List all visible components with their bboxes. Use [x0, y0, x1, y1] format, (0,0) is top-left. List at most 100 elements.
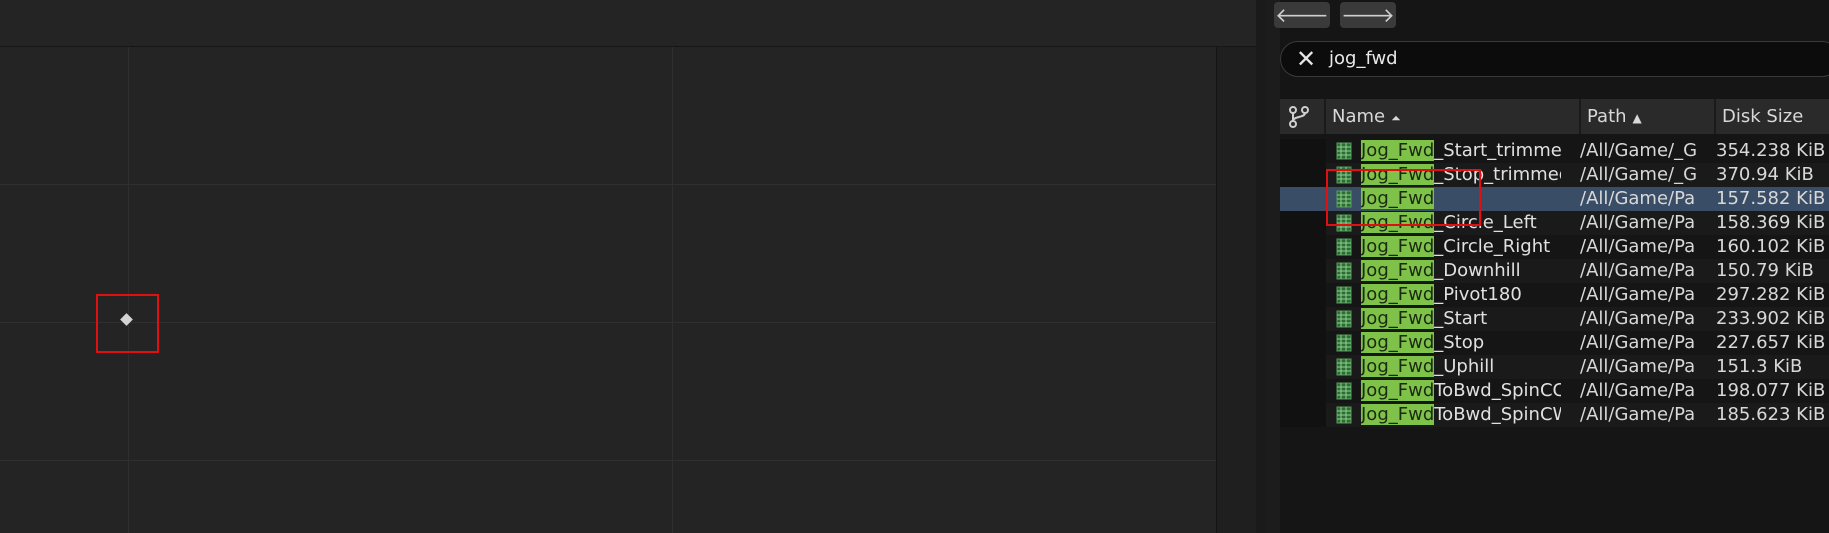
column-disk-size-label: Disk Size	[1722, 106, 1804, 127]
asset-name-suffix: _Circle_Right	[1434, 236, 1551, 257]
column-path-label: Path	[1587, 106, 1627, 127]
asset-name: Jog_FwdToBwd_SpinCC	[1361, 379, 1561, 403]
close-icon[interactable]: ✕	[1293, 45, 1319, 73]
row-gutter	[1280, 211, 1326, 235]
search-match-highlight: Jog_Fwd	[1361, 404, 1435, 425]
asset-disk-size: 233.902 KiB	[1716, 308, 1826, 329]
asset-disk-size: 198.077 KiB	[1716, 380, 1826, 401]
search-match-highlight: Jog_Fwd	[1361, 356, 1435, 377]
annotation-box-sample-point	[96, 294, 159, 353]
animation-asset-icon	[1336, 358, 1352, 376]
asset-row[interactable]: Jog_FwdToBwd_SpinCC/All/Game/Pa 198.077 K…	[1280, 379, 1829, 403]
search-match-highlight: Jog_Fwd	[1361, 308, 1435, 329]
asset-path: /All/Game/Pa	[1580, 212, 1696, 233]
forward-button[interactable]: 🡒	[1340, 2, 1396, 28]
asset-name-suffix: ToBwd_SpinCC	[1434, 380, 1561, 401]
arrow-left-icon: 🡐	[1275, 3, 1329, 27]
search-match-highlight: Jog_Fwd	[1361, 140, 1435, 161]
asset-row[interactable]: Jog_Fwd_Pivot180/All/Game/Pa 297.282 KiB	[1280, 283, 1829, 307]
asset-path: /All/Game/Pa	[1580, 188, 1696, 209]
asset-name: Jog_Fwd_Start	[1361, 307, 1561, 331]
column-header-name[interactable]: Name ⏶	[1326, 99, 1581, 134]
asset-row[interactable]: Jog_Fwd_Start_trimmed/All/Game/_G 354.238…	[1280, 139, 1829, 163]
asset-disk-size: 297.282 KiB	[1716, 284, 1826, 305]
branch-icon	[1289, 106, 1309, 128]
search-match-highlight: Jog_Fwd	[1361, 236, 1435, 257]
asset-disk-size: 160.102 KiB	[1716, 236, 1826, 257]
search-query: jog_fwd	[1329, 48, 1398, 69]
asset-row[interactable]: Jog_Fwd_Start/All/Game/Pa 233.902 KiB	[1280, 307, 1829, 331]
asset-disk-size: 370.94 KiB	[1716, 164, 1814, 185]
graph-scrollbar[interactable]	[1256, 0, 1266, 533]
source-control-column[interactable]	[1280, 99, 1326, 134]
asset-path: /All/Game/Pa	[1580, 236, 1696, 257]
column-header-disk-size[interactable]: Disk Size	[1716, 99, 1829, 134]
asset-name-suffix: _Start	[1434, 308, 1488, 329]
asset-path: /All/Game/Pa	[1580, 404, 1696, 425]
animation-asset-icon	[1336, 142, 1352, 160]
asset-row[interactable]: Jog_Fwd_Circle_Right/All/Game/Pa 160.102 …	[1280, 235, 1829, 259]
asset-path: /All/Game/Pa	[1580, 356, 1696, 377]
asset-path: /All/Game/_G	[1580, 164, 1698, 185]
asset-name: Jog_Fwd_Stop	[1361, 331, 1561, 355]
asset-name: Jog_Fwd_Downhill	[1361, 259, 1561, 283]
row-gutter	[1280, 355, 1326, 379]
row-gutter	[1280, 187, 1326, 211]
row-gutter	[1280, 139, 1326, 163]
asset-path: /All/Game/Pa	[1580, 332, 1696, 353]
asset-name: Jog_Fwd_Circle_Right	[1361, 235, 1561, 259]
search-match-highlight: Jog_Fwd	[1361, 260, 1435, 281]
asset-disk-size: 151.3 KiB	[1716, 356, 1803, 377]
graph-panel	[0, 0, 1256, 533]
asset-row[interactable]: Jog_Fwd_Uphill/All/Game/Pa 151.3 KiB	[1280, 355, 1829, 379]
asset-path: /All/Game/Pa	[1580, 308, 1696, 329]
asset-name: Jog_FwdToBwd_SpinCW	[1361, 403, 1561, 427]
animation-asset-icon	[1336, 262, 1352, 280]
asset-list-header: Name ⏶ Path ▲ Disk Size	[1280, 99, 1829, 134]
row-gutter	[1280, 379, 1326, 403]
asset-name-suffix: _Stop	[1434, 332, 1485, 353]
asset-row[interactable]: Jog_FwdToBwd_SpinCW/All/Game/Pa 185.623 K…	[1280, 403, 1829, 427]
search-match-highlight: Jog_Fwd	[1361, 332, 1435, 353]
asset-name: Jog_Fwd_Uphill	[1361, 355, 1561, 379]
row-gutter	[1280, 259, 1326, 283]
row-gutter	[1280, 283, 1326, 307]
asset-row[interactable]: Jog_Fwd_Stop/All/Game/Pa 227.657 KiB	[1280, 331, 1829, 355]
asset-disk-size: 185.623 KiB	[1716, 404, 1826, 425]
column-header-path[interactable]: Path ▲	[1581, 99, 1716, 134]
grid-line-horizontal	[0, 184, 1216, 185]
asset-name-suffix: _Downhill	[1434, 260, 1521, 281]
asset-disk-size: 158.369 KiB	[1716, 212, 1826, 233]
row-gutter	[1280, 235, 1326, 259]
sort-ascending-icon: ▲	[1632, 111, 1642, 125]
sort-ascending-icon: ⏶	[1391, 111, 1401, 125]
graph-canvas[interactable]	[0, 47, 1217, 533]
row-gutter	[1280, 163, 1326, 187]
asset-browser-gutter	[1266, 0, 1280, 533]
animation-asset-icon	[1336, 382, 1352, 400]
animation-asset-icon	[1336, 334, 1352, 352]
asset-name: Jog_Fwd_Start_trimmed	[1361, 139, 1561, 163]
asset-row[interactable]: Jog_Fwd_Downhill/All/Game/Pa 150.79 KiB	[1280, 259, 1829, 283]
row-gutter	[1280, 403, 1326, 427]
column-name-label: Name	[1332, 106, 1386, 127]
asset-browser: 🡐 🡒 ✕ jog_fwd Name ⏶ Path ▲ Disk Size Jog_…	[1266, 0, 1829, 533]
search-input[interactable]: ✕ jog_fwd	[1280, 41, 1829, 77]
grid-line-horizontal	[0, 460, 1216, 461]
search-match-highlight: Jog_Fwd	[1361, 380, 1435, 401]
asset-name-suffix: _Pivot180	[1434, 284, 1522, 305]
arrow-right-icon: 🡒	[1341, 3, 1395, 27]
asset-path: /All/Game/Pa	[1580, 284, 1696, 305]
graph-toolbar	[0, 0, 1256, 47]
asset-path: /All/Game/Pa	[1580, 380, 1696, 401]
asset-name-suffix: _Start_trimmed	[1434, 140, 1561, 161]
back-button[interactable]: 🡐	[1274, 2, 1330, 28]
animation-asset-icon	[1336, 310, 1352, 328]
row-gutter	[1280, 307, 1326, 331]
grid-line-horizontal	[0, 322, 1216, 323]
asset-name: Jog_Fwd_Pivot180	[1361, 283, 1561, 307]
asset-disk-size: 150.79 KiB	[1716, 260, 1814, 281]
search-match-highlight: Jog_Fwd	[1361, 284, 1435, 305]
asset-disk-size: 354.238 KiB	[1716, 140, 1826, 161]
asset-disk-size: 227.657 KiB	[1716, 332, 1826, 353]
